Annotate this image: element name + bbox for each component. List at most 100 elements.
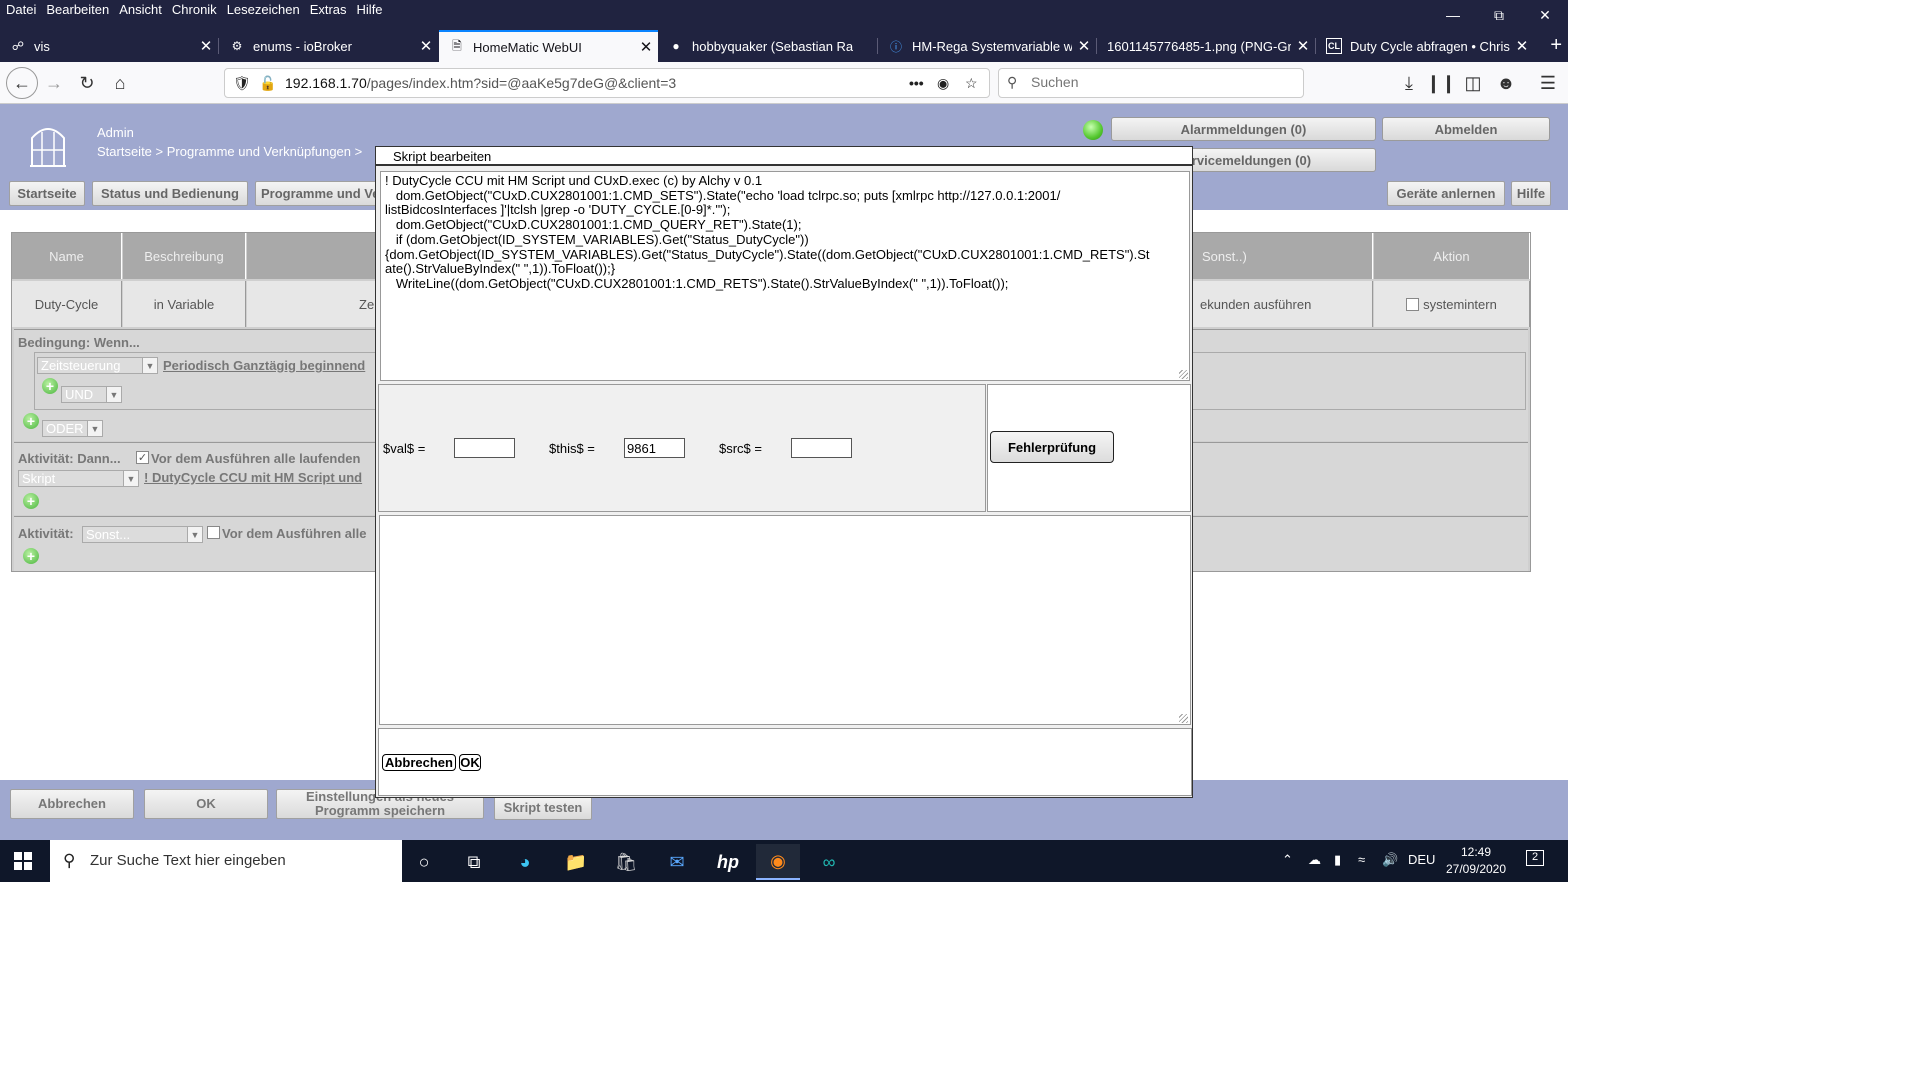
task-view-icon[interactable]: ⧉	[452, 844, 496, 880]
reload-icon[interactable]: ↻	[73, 69, 101, 97]
footer-ok-button[interactable]: OK	[144, 789, 268, 819]
test-script-button[interactable]: Skript testen	[494, 796, 592, 820]
src-input[interactable]	[791, 438, 852, 458]
add-or-condition-icon[interactable]: +	[23, 413, 39, 429]
cell-description[interactable]: in Variable	[123, 281, 246, 327]
insecure-lock-icon[interactable]: 🔓	[259, 75, 276, 92]
page-actions-icon[interactable]: •••	[909, 75, 924, 91]
download-icon[interactable]: ⤓	[1395, 69, 1423, 97]
edge-icon[interactable]: ◕	[503, 844, 547, 880]
close-icon[interactable]: ✕	[1510, 37, 1534, 55]
file-explorer-icon[interactable]: 📁	[554, 844, 598, 880]
taskbar-search-box[interactable]: ⚲ Zur Suche Text hier eingeben	[50, 840, 402, 882]
else-select[interactable]: Sonst... ▼	[82, 526, 203, 543]
tab-title: Duty Cycle abfragen • Christia	[1350, 38, 1510, 54]
nav-status-bedienung[interactable]: Status und Bedienung	[92, 181, 248, 206]
resize-handle-icon[interactable]	[1179, 370, 1188, 379]
close-window-icon[interactable]: ✕	[1522, 0, 1568, 30]
tab-vis[interactable]: ☍ vis ✕	[0, 30, 218, 62]
restore-icon[interactable]: ⧉	[1476, 0, 1522, 30]
search-input[interactable]	[1031, 74, 1291, 90]
logout-button[interactable]: Abmelden	[1382, 117, 1550, 141]
cloud-icon[interactable]: ☁	[1308, 852, 1321, 868]
arduino-icon[interactable]: ∞	[807, 844, 851, 880]
alarm-messages-button[interactable]: Alarmmeldungen (0)	[1111, 117, 1376, 141]
close-icon[interactable]: ✕	[634, 38, 658, 56]
close-icon[interactable]: ✕	[1291, 37, 1315, 55]
close-icon[interactable]: ✕	[414, 37, 438, 55]
cell-name[interactable]: Duty-Cycle	[12, 281, 122, 327]
help-button[interactable]: Hilfe	[1511, 181, 1551, 206]
this-input[interactable]	[624, 438, 685, 458]
firefox-icon[interactable]: ◉	[756, 844, 800, 880]
wifi-icon[interactable]: ≈	[1358, 852, 1365, 867]
account-icon[interactable]: ☻	[1492, 69, 1520, 97]
menu-lesezeichen[interactable]: Lesezeichen	[227, 2, 300, 17]
hamburger-menu-icon[interactable]: ☰	[1534, 69, 1562, 97]
volume-icon[interactable]: 🔊	[1382, 852, 1398, 868]
time-control-select[interactable]: Zeitsteuerung ▼	[37, 357, 158, 374]
else-stop-running-checkbox[interactable]	[207, 526, 220, 539]
and-select[interactable]: UND ▼	[61, 386, 122, 403]
script-select[interactable]: Skript ▼	[18, 470, 139, 487]
systemintern-checkbox[interactable]	[1406, 297, 1420, 311]
learn-devices-button[interactable]: Geräte anlernen	[1387, 181, 1505, 206]
shield-icon[interactable]: 🛡	[233, 75, 251, 92]
val-input[interactable]	[454, 438, 515, 458]
tab-duty-cycle[interactable]: CL Duty Cycle abfragen • Christia ✕	[1316, 30, 1534, 62]
notification-center-icon[interactable]: 2	[1526, 850, 1544, 866]
clock[interactable]: 12:49 27/09/2020	[1436, 844, 1516, 878]
language-indicator[interactable]: DEU	[1408, 852, 1435, 867]
tab-enums-iobroker[interactable]: ⚙ enums - ioBroker ✕	[219, 30, 438, 62]
sidebar-icon[interactable]: ◫	[1459, 69, 1487, 97]
hp-icon[interactable]: hp	[706, 844, 750, 880]
forward-icon[interactable]: →	[40, 69, 68, 97]
minimize-icon[interactable]: —	[1430, 0, 1476, 30]
mail-icon[interactable]: ✉	[655, 844, 699, 880]
store-icon[interactable]: 🛍	[604, 844, 648, 880]
menu-ansicht[interactable]: Ansicht	[119, 2, 162, 17]
menu-datei[interactable]: Datei	[6, 2, 36, 17]
new-tab-icon[interactable]: +	[1550, 34, 1562, 57]
tab-hm-rega[interactable]: ⓘ HM-Rega Systemvariable we ✕	[878, 30, 1096, 62]
home-icon[interactable]: ⌂	[106, 69, 134, 97]
pocket-icon[interactable]: ◉	[937, 75, 949, 92]
or-select[interactable]: ODER ▼	[42, 420, 103, 437]
menu-hilfe[interactable]: Hilfe	[357, 2, 383, 17]
taskbar: ⚲ Zur Suche Text hier eingeben ○ ⧉ ◕ 📁 🛍…	[0, 840, 1568, 882]
bookmark-star-icon[interactable]: ☆	[965, 75, 978, 92]
search-bar[interactable]: ⚲	[998, 68, 1304, 98]
dialog-cancel-button[interactable]: Abbrechen	[382, 754, 456, 771]
tab-homematic-webui[interactable]: 🗎 HomeMatic WebUI ✕	[439, 30, 658, 62]
close-icon[interactable]: ✕	[1072, 37, 1096, 55]
footer-cancel-button[interactable]: Abbrechen	[10, 789, 134, 819]
tab-title: vis	[34, 38, 50, 54]
add-else-activity-icon[interactable]: +	[23, 548, 39, 564]
stop-running-checkbox[interactable]: ✓	[136, 451, 149, 464]
url-text[interactable]: 192.168.1.70/pages/index.htm?sid=@aaKe5g…	[285, 75, 676, 91]
nav-startseite[interactable]: Startseite	[9, 181, 85, 206]
script-link[interactable]: ! DutyCycle CCU mit HM Script und	[144, 470, 362, 485]
menu-extras[interactable]: Extras	[310, 2, 347, 17]
add-condition-icon[interactable]: +	[42, 378, 58, 394]
add-activity-icon[interactable]: +	[23, 493, 39, 509]
dialog-ok-button[interactable]: OK	[459, 754, 481, 771]
menu-chronik[interactable]: Chronik	[172, 2, 217, 17]
battery-icon[interactable]: ▮	[1334, 852, 1341, 868]
windows-start-icon[interactable]	[14, 852, 32, 870]
error-check-button[interactable]: Fehlerprüfung	[990, 431, 1114, 463]
script-editor[interactable]: ! DutyCycle CCU mit HM Script und CUxD.e…	[380, 171, 1190, 381]
tab-png-image[interactable]: 1601145776485-1.png (PNG-Grafik) ✕	[1097, 30, 1315, 62]
close-icon[interactable]: ✕	[194, 37, 218, 55]
tray-chevron-icon[interactable]: ⌃	[1282, 852, 1293, 868]
back-icon[interactable]: ←	[6, 67, 38, 99]
time-schedule-link[interactable]: Periodisch Ganztägig beginnend	[163, 358, 365, 373]
menu-bearbeiten[interactable]: Bearbeiten	[46, 2, 109, 17]
cortana-icon[interactable]: ○	[402, 844, 446, 880]
script-output[interactable]	[379, 515, 1191, 725]
resize-handle-icon[interactable]	[1179, 714, 1188, 723]
url-bar[interactable]: 🛡 🔓 192.168.1.70/pages/index.htm?sid=@aa…	[224, 68, 990, 98]
library-icon[interactable]: ❙❙	[1426, 69, 1456, 97]
page-icon: 🗎	[452, 38, 462, 53]
tab-hobbyquaker[interactable]: ● hobbyquaker (Sebastian Raff)	[658, 30, 877, 62]
